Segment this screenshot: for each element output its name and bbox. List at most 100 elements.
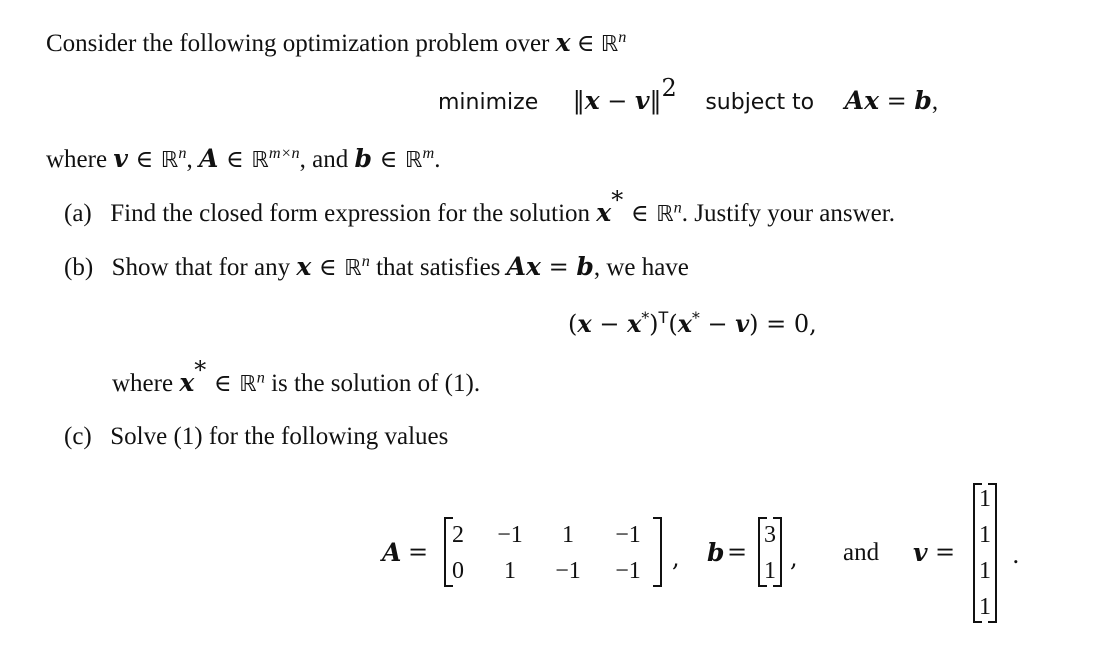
part-b: (b) Show that for any x ∈ ℝn that satisf… xyxy=(64,252,689,281)
vector-b: 3 1 xyxy=(758,517,782,587)
where-solution-line: where x* ∈ ℝn is the solution of (1). xyxy=(112,358,480,398)
star: * xyxy=(692,309,700,328)
period: . xyxy=(434,146,441,173)
vector-b-cell: 3 xyxy=(764,522,776,548)
and-text: and xyxy=(843,539,880,566)
minus: − xyxy=(699,310,736,338)
exponent-n: n xyxy=(361,252,370,271)
matrix-A-cell: 0 xyxy=(452,558,464,584)
comma: , xyxy=(672,544,680,572)
exponent-mxn: m×n xyxy=(268,144,300,163)
orthogonality-equation: (x − x*)T(x* − v) = 0, xyxy=(568,309,817,338)
paren: ) xyxy=(649,310,659,338)
element-of: ∈ xyxy=(206,369,240,398)
var-A: A xyxy=(506,252,527,281)
matrix-A-cell: −1 xyxy=(615,558,641,584)
real-set: ℝ xyxy=(344,256,362,281)
element-of: ∈ xyxy=(576,29,595,57)
minimize-label: minimize xyxy=(438,90,539,116)
var-b: b xyxy=(576,252,594,281)
var-x: x xyxy=(577,309,592,338)
constraint-x: x xyxy=(864,86,879,116)
part-a-tail: . Justify your answer. xyxy=(681,200,895,228)
bracket-right xyxy=(653,517,662,587)
exponent-n: n xyxy=(673,198,682,217)
part-a: (a) Find the closed form expression for … xyxy=(64,188,895,228)
var-x-star: x xyxy=(596,198,612,228)
part-b-text2: that satisfies xyxy=(376,254,501,281)
real-set: ℝ xyxy=(239,372,257,398)
constraint-b: b xyxy=(914,86,932,116)
vector-v-cell: 1 xyxy=(979,486,991,512)
problem-statement: minimize ‖x − v‖2 subject to Ax = b, xyxy=(438,76,939,116)
A-label: A xyxy=(382,538,402,567)
equals: = xyxy=(540,253,577,281)
vector-v: 1 1 1 1 xyxy=(973,483,997,623)
var-x: x xyxy=(526,252,541,281)
subject-to-label: subject to xyxy=(705,90,815,116)
var-b: b xyxy=(354,144,372,173)
part-c-label: (c) xyxy=(64,423,92,450)
real-set: ℝ xyxy=(405,148,423,173)
matrix-A-cell: −1 xyxy=(615,522,641,548)
var-v: v xyxy=(113,144,128,173)
var-x-star: x xyxy=(677,309,693,338)
element-of: ∈ xyxy=(372,145,406,173)
where-line: where v ∈ ℝn, A ∈ ℝm×n, and b ∈ ℝm. xyxy=(46,144,441,173)
var-A: A xyxy=(198,144,219,173)
var-v: v xyxy=(735,309,750,338)
A-equals: = xyxy=(408,538,429,566)
objective-minus: − xyxy=(599,87,636,116)
part-c: (c) Solve (1) for the following values xyxy=(64,424,448,449)
paren: ) xyxy=(749,310,759,338)
norm-close: ‖ xyxy=(649,87,662,116)
var-x: x xyxy=(296,252,312,281)
var-x-star: x xyxy=(179,368,195,398)
where-text: where xyxy=(46,146,108,173)
norm-open: ‖ xyxy=(572,87,585,116)
var-x: x xyxy=(555,28,571,57)
vector-v-cell: 1 xyxy=(979,522,991,548)
element-of: ∈ xyxy=(218,145,252,173)
part-a-label: (a) xyxy=(64,200,92,228)
var-x-star: x xyxy=(627,309,642,338)
equals-zero: = 0, xyxy=(758,310,817,338)
part-a-text: Find the closed form expression for the … xyxy=(110,200,591,228)
comma: , xyxy=(790,544,798,572)
real-set: ℝ xyxy=(160,148,179,173)
element-of: ∈ xyxy=(311,253,345,281)
element-of: ∈ xyxy=(127,145,161,173)
where-text: where xyxy=(112,370,174,398)
vector-v-cell: 1 xyxy=(979,594,991,620)
paren: ( xyxy=(668,310,678,338)
intro-text: Consider the following optimization prob… xyxy=(46,30,550,57)
v-label: v xyxy=(913,538,928,567)
part-b-text: Show that for any xyxy=(111,254,291,281)
exponent-m: m xyxy=(422,144,435,163)
matrix-A-cell: −1 xyxy=(497,522,523,548)
part-c-text: Solve (1) for the following values xyxy=(110,423,449,450)
period: . xyxy=(1012,541,1020,569)
real-set: ℝ xyxy=(600,32,619,57)
objective-x: x xyxy=(584,86,600,116)
minus: − xyxy=(591,310,628,338)
star: * xyxy=(611,186,624,214)
element-of: ∈ xyxy=(623,199,657,228)
vector-v-cell: 1 xyxy=(979,558,991,584)
exponent-n: n xyxy=(618,28,627,47)
paren: ( xyxy=(568,310,578,338)
constraint-comma: , xyxy=(931,88,939,116)
matrix-A-cell: 2 xyxy=(452,522,464,548)
constraint-A: A xyxy=(844,86,865,116)
matrix-A-cell: 1 xyxy=(562,522,574,548)
and-text: , and xyxy=(299,146,355,173)
objective-v: v xyxy=(635,86,650,116)
v-equals: = xyxy=(935,538,956,566)
vector-b-cell: 1 xyxy=(764,558,776,584)
part-b-tail: , we have xyxy=(593,254,689,281)
star: * xyxy=(194,356,207,384)
real-set: ℝ xyxy=(251,148,269,173)
comma: , xyxy=(186,146,199,173)
constraint-eq: = xyxy=(878,87,915,116)
exponent-n: n xyxy=(256,368,265,387)
